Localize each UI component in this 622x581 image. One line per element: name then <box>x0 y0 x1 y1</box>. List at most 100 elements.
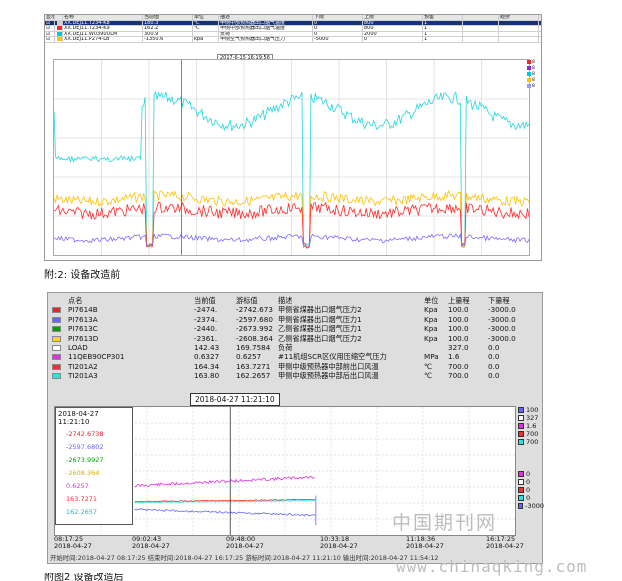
row-cell: 0 <box>313 31 363 36</box>
scale-entry: 700 <box>518 430 544 438</box>
col-low: 下限 <box>313 15 363 20</box>
scale-entry: 100 <box>518 406 544 414</box>
table-row[interactable]: ☑ XX.DEJ11.P274-LB -1350.6 kpa 甲侧空气预热器出口烟气压力… <box>45 37 541 43</box>
point-desc: 乙侧省煤器出口烟气压力1 <box>278 324 362 334</box>
row-checkbox[interactable]: ☑ <box>45 37 55 42</box>
cursor-box-value: 0.6257 <box>66 482 89 490</box>
x-axis: 08:17:25 2018-04-27 09:02:43 2018-04-27 09:4… <box>54 536 524 552</box>
scale-legend: 100 327 1.6 700 700 0 0 0 0 -3000 <box>518 406 544 510</box>
row-color-swatch <box>55 20 63 25</box>
current-value: 164.34 <box>194 361 220 371</box>
point-unit: ℃ <box>424 361 433 371</box>
series-pi7613a <box>134 508 316 517</box>
point-name: TI201A3 <box>68 371 98 381</box>
row-cell: 800 <box>363 20 423 25</box>
point-name: LOAD <box>68 342 88 352</box>
cursor-box-value: -2742.6738 <box>66 430 104 438</box>
right-legend: 88888 <box>527 59 541 89</box>
row-cell: ℃ <box>193 20 219 25</box>
row-cell: 162.2 <box>143 26 193 31</box>
row-color-swatch <box>52 352 64 361</box>
row-cell-empty <box>463 31 499 36</box>
trend-chart-before[interactable] <box>53 59 530 256</box>
col-unit: 单位 <box>193 15 219 20</box>
point-unit: Kpa <box>424 333 438 343</box>
x-tick-label: 10:33:18 2018-04-27 <box>320 535 358 550</box>
row-checkbox[interactable]: ☑ <box>45 20 55 25</box>
row-cell: XX.DEJ11.W0390ULM <box>63 31 143 36</box>
hdr-current: 当前值 <box>194 296 216 305</box>
col-blank2 <box>463 15 499 20</box>
row-checkbox[interactable]: ☑ <box>45 31 55 36</box>
col-desc: 描述 <box>219 15 313 20</box>
current-value: 163.80 <box>194 371 220 381</box>
range-low: 0.0 <box>488 371 500 381</box>
point-list: 点名 当前值 游标值 描述 单位 上量程 下量程 PI7614B -2474. -2… <box>52 296 542 381</box>
legend-entry: 8 <box>527 83 541 89</box>
point-row[interactable]: PI7613A -2374. -2597.680 甲侧省煤器出口烟气压力1 Kpa 100… <box>52 315 542 324</box>
col-name: 名称 <box>63 15 143 20</box>
row-color-swatch <box>55 26 63 31</box>
row-cell-empty <box>463 26 499 31</box>
current-value: -2361. <box>194 333 218 343</box>
row-checkbox[interactable]: ☑ <box>45 26 55 31</box>
row-color-swatch <box>55 37 63 42</box>
range-low: -3000.0 <box>488 324 516 334</box>
point-row[interactable]: TI201A3 163.80 162.2657 甲侧中级预热器中部后出口风温 ℃ 700.… <box>52 371 542 380</box>
scale-entry: 0 <box>518 478 544 486</box>
watermark-text: 中国期刊网 <box>392 512 498 534</box>
caption-before: 附:2: 设备改造前 <box>44 270 121 281</box>
row-cell <box>193 31 219 36</box>
row-cell: XX.DEJ11.T234-K9 <box>63 26 143 31</box>
cursor-box-value: -2597.6802 <box>66 443 104 451</box>
x-tick-label: 08:17:25 2018-04-27 <box>54 535 92 550</box>
row-cell: 180.3 <box>143 20 193 25</box>
point-desc: #11机组SCR区仪用压缩空气压力 <box>278 352 387 362</box>
col-high: 上限 <box>363 15 423 20</box>
point-row[interactable]: TI201A2 164.34 163.7271 甲侧中级预热器中部前出口风温 ℃ 700.… <box>52 362 542 371</box>
cursor-value: 163.7271 <box>236 361 271 371</box>
hdr-desc: 描述 <box>278 296 293 305</box>
cursor-box-value: 162.2657 <box>66 508 98 516</box>
row-color-swatch <box>52 362 64 371</box>
range-low: -3000.0 <box>488 305 516 315</box>
cursor-value: -2608.364 <box>236 333 273 343</box>
cursor-value-box: 2018-04-27 11:21:10 -2742.6738 -2597.6802… <box>55 407 133 525</box>
point-desc: 甲侧省煤器出口烟气压力1 <box>278 314 362 324</box>
row-cell: 甲侧中部预热器出口烟气温度 <box>219 20 313 25</box>
point-row[interactable]: PI7614B -2474. -2742.673 甲侧省煤器出口烟气压力2 Kpa 100… <box>52 305 542 314</box>
cursor-box-value: -2608.364 <box>66 469 100 477</box>
current-value: -2374. <box>194 314 218 324</box>
point-desc: 甲侧中级预热器中部前出口风温 <box>278 361 379 371</box>
row-cell: kpa <box>193 37 219 42</box>
row-cell: 0 <box>363 37 423 42</box>
row-cell: 800 <box>363 26 423 31</box>
row-cell-empty <box>499 26 539 31</box>
row-cell-empty <box>499 37 539 42</box>
row-color-swatch <box>52 305 64 314</box>
cursor-value: -2673.992 <box>236 324 273 334</box>
series-air-pressure <box>134 475 316 488</box>
point-row[interactable]: LOAD 142.43 169.7584 负荷 327.0 0.0 <box>52 343 542 352</box>
col-trend: 趋势 <box>499 15 539 20</box>
point-row[interactable]: PI7613D -2361. -2608.364 乙侧省煤器出口烟气压力2 Kpa 100… <box>52 334 542 343</box>
point-row[interactable]: PI7613C -2440. -2673.992 乙侧省煤器出口烟气压力1 Kpa 100… <box>52 324 542 333</box>
x-tick-label: 09:48:00 2018-04-27 <box>226 535 264 550</box>
point-row[interactable]: 11QEB90CP301 0.6327 0.6257 #11机组SCR区仪用压缩空气压… <box>52 352 542 361</box>
point-name: PI7613A <box>68 314 98 324</box>
scale-entry: 0 <box>518 494 544 502</box>
row-cell: XX.DEJ11.P274-LB <box>63 37 143 42</box>
row-color-swatch <box>52 371 64 380</box>
x-tick-label: 16:17:25 2018-04-27 <box>486 535 524 550</box>
cursor-box-values: -2742.6738 -2597.6802 -2673.9927 -2608.364 0… <box>56 428 132 519</box>
point-name: TI201A2 <box>68 361 98 371</box>
row-cell: XX.DEJ11.T234-K8 <box>63 20 143 25</box>
point-unit: Kpa <box>424 305 438 315</box>
row-cell-empty <box>463 37 499 42</box>
row-color-swatch <box>52 315 64 324</box>
range-high: 100.0 <box>448 333 469 343</box>
current-value: -2440. <box>194 324 218 334</box>
point-name: PI7613C <box>68 324 98 334</box>
x-tick-label: 09:02:43 2018-04-27 <box>132 535 170 550</box>
range-low: 0.0 <box>488 352 500 362</box>
